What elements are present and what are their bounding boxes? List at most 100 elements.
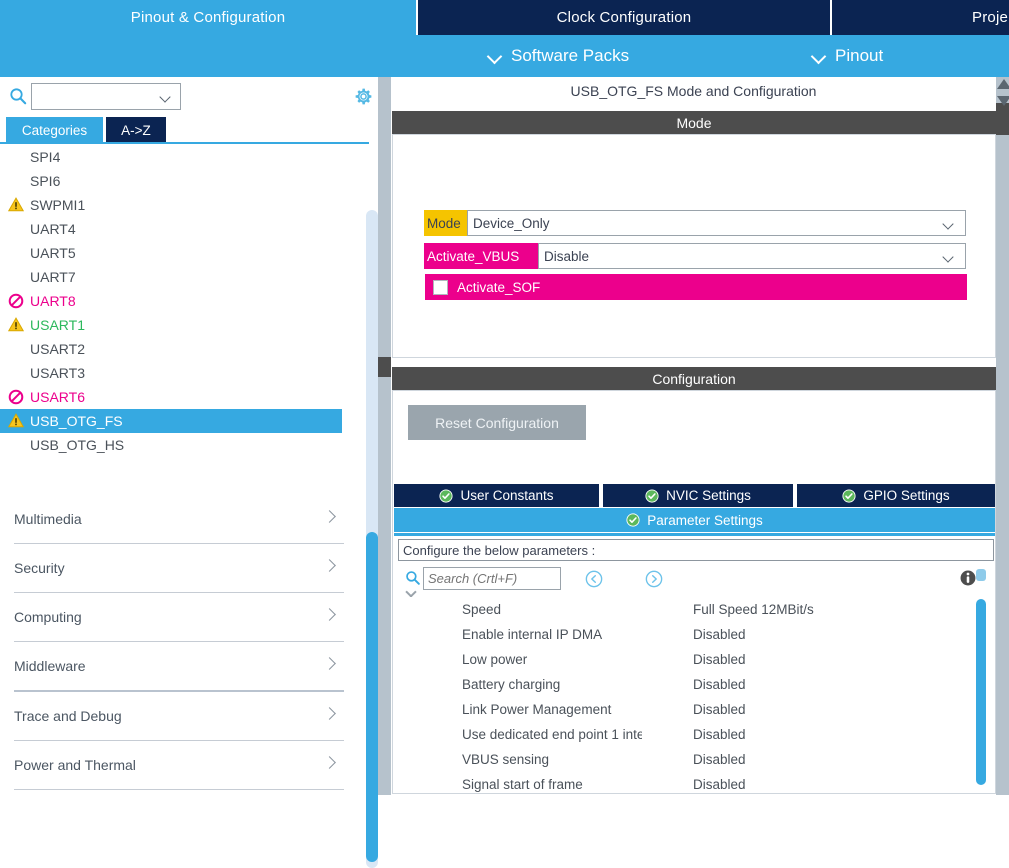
sidebar-item-label: UART8 [30,293,76,309]
sidebar-item-uart4[interactable]: UART4 [0,217,360,241]
tab-label: Proje [972,9,1009,26]
warning-icon [7,197,25,213]
parameter-value: Disabled [693,652,746,667]
reset-configuration-button[interactable]: Reset Configuration [408,405,586,440]
parameter-name: VBUS sensing [462,752,550,767]
chevron-right-icon [325,512,336,523]
parameter-toolbar [398,564,994,596]
parameter-name: Low power [462,652,528,667]
chevron-right-icon [325,709,336,720]
parameter-value: Disabled [693,627,746,642]
circle-right-arrow-icon[interactable] [644,569,664,589]
activate-sof-checkbox[interactable] [433,279,448,295]
category-label: Trace and Debug [14,708,122,724]
panel-splitter-handle[interactable] [378,357,391,377]
page-title: USB_OTG_FS Mode and Configuration [391,77,996,105]
sidebar-item-usart2[interactable]: USART2 [0,337,360,361]
parameter-row[interactable]: Link Power Management Disabled [399,697,993,722]
menu-software-packs[interactable]: Software Packs [488,35,629,77]
peripheral-list[interactable]: SPI4 SPI6 SWPMI1 UART4 UART5 UART7 UART8 USART1… [0,145,360,525]
tab-project-manager[interactable]: Proje [832,0,1009,35]
parameter-row[interactable]: Speed Full Speed 12MBit/s [399,597,993,622]
configuration-tab-row: User Constants NVIC Settings GPIO Settin… [394,484,995,507]
parameter-value: Full Speed 12MBit/s [693,602,814,617]
sidebar-item-label: UART4 [30,221,76,237]
sidebar-item-uart8[interactable]: UART8 [0,289,360,313]
chevron-right-icon [325,561,336,572]
tab-clock-configuration[interactable]: Clock Configuration [418,0,830,35]
check-circle-icon [626,513,640,527]
tab-parameter-settings[interactable]: Parameter Settings [394,508,995,532]
sidebar-item-label: UART5 [30,245,76,261]
sidebar-item-usart1[interactable]: USART1 [0,313,360,337]
parameter-search-input[interactable] [423,567,561,590]
parameter-scroll-nub[interactable] [976,569,986,581]
sidebar-search-combo[interactable] [31,83,181,110]
sidebar-item-uart7[interactable]: UART7 [0,265,360,289]
check-circle-icon [439,488,454,503]
sidebar-item-swpmi1[interactable]: SWPMI1 [0,193,360,217]
tab-pinout-and-configuration[interactable]: Pinout & Configuration [0,0,416,35]
tab-label: A->Z [121,123,151,138]
mode-select[interactable]: Device_Only [467,210,966,236]
sidebar-item-label: USB_OTG_FS [30,413,123,429]
collapse-up-arrow-icon[interactable] [997,79,1009,89]
right-panel-splitter-handle[interactable] [996,103,1009,135]
chevron-down-icon [944,253,955,260]
collapse-down-arrow-icon[interactable] [997,96,1009,106]
search-icon[interactable] [405,570,421,586]
chevron-right-icon [325,610,336,621]
activate-sof-row[interactable]: Activate_SOF [425,274,967,300]
sidebar-scrollbar-thumb[interactable] [366,532,378,862]
activate-vbus-select[interactable]: Disable [538,243,966,269]
gear-icon[interactable] [353,86,374,107]
parameter-row[interactable]: Use dedicated end point 1 interr.. Disabl… [399,722,993,747]
sidebar-item-uart5[interactable]: UART5 [0,241,360,265]
parameter-scrollbar-thumb[interactable] [976,599,986,785]
category-security[interactable]: Security [14,544,344,593]
parameter-value: Disabled [693,752,746,767]
parameter-row[interactable]: VBUS sensing Disabled [399,747,993,772]
configuration-section-body: Reset Configuration User Constants NVIC … [392,390,996,794]
parameter-row[interactable]: Battery charging Disabled [399,672,993,697]
activate-vbus-field-row: Activate_VBUS Disable [424,243,966,269]
panel-splitter[interactable] [378,77,391,795]
sidebar-item-usart3[interactable]: USART3 [0,361,360,385]
category-computing[interactable]: Computing [14,593,344,642]
mode-select-value: Device_Only [473,215,550,231]
tab-a-to-z[interactable]: A->Z [106,117,166,144]
parameter-name: Use dedicated end point 1 interr.. [462,727,642,742]
tab-nvic-settings[interactable]: NVIC Settings [603,484,795,507]
sidebar-item-spi6[interactable]: SPI6 [0,169,360,193]
sidebar-item-usart6[interactable]: USART6 [0,385,360,409]
tab-user-constants[interactable]: User Constants [394,484,601,507]
sidebar-search-row [0,80,378,116]
tab-categories[interactable]: Categories [6,117,103,144]
parameter-row[interactable]: Low power Disabled [399,647,993,672]
category-middleware[interactable]: Middleware [14,642,344,692]
category-label: Multimedia [14,511,82,527]
sidebar-item-label: UART7 [30,269,76,285]
sidebar-item-usb_otg_hs[interactable]: USB_OTG_HS [0,433,360,457]
tab-label: Categories [21,123,88,138]
chevron-right-icon [325,758,336,769]
sidebar-item-label: SWPMI1 [30,197,86,213]
right-panel-splitter[interactable] [996,77,1009,795]
parameter-table[interactable]: Speed Full Speed 12MBit/s Enable internal … [399,597,993,793]
menu-pinout[interactable]: Pinout [812,35,883,77]
tab-label: NVIC Settings [666,488,751,503]
category-trace-and-debug[interactable]: Trace and Debug [14,692,344,741]
circle-left-arrow-icon[interactable] [584,569,604,589]
parameter-row[interactable]: Enable internal IP DMA Disabled [399,622,993,647]
info-icon[interactable] [958,568,978,588]
configuration-tab-underline [394,533,995,536]
sidebar-item-spi4[interactable]: SPI4 [0,145,360,169]
menu-label: Software Packs [511,46,630,65]
category-power-and-thermal[interactable]: Power and Thermal [14,741,344,790]
tab-gpio-settings[interactable]: GPIO Settings [797,484,995,507]
parameter-row[interactable]: Signal start of frame Disabled [399,772,993,793]
sidebar-item-usb_otg_fs[interactable]: USB_OTG_FS [0,409,342,433]
chevron-down-icon[interactable] [407,588,418,596]
activate-vbus-value: Disable [544,248,590,264]
category-multimedia[interactable]: Multimedia [14,495,344,544]
